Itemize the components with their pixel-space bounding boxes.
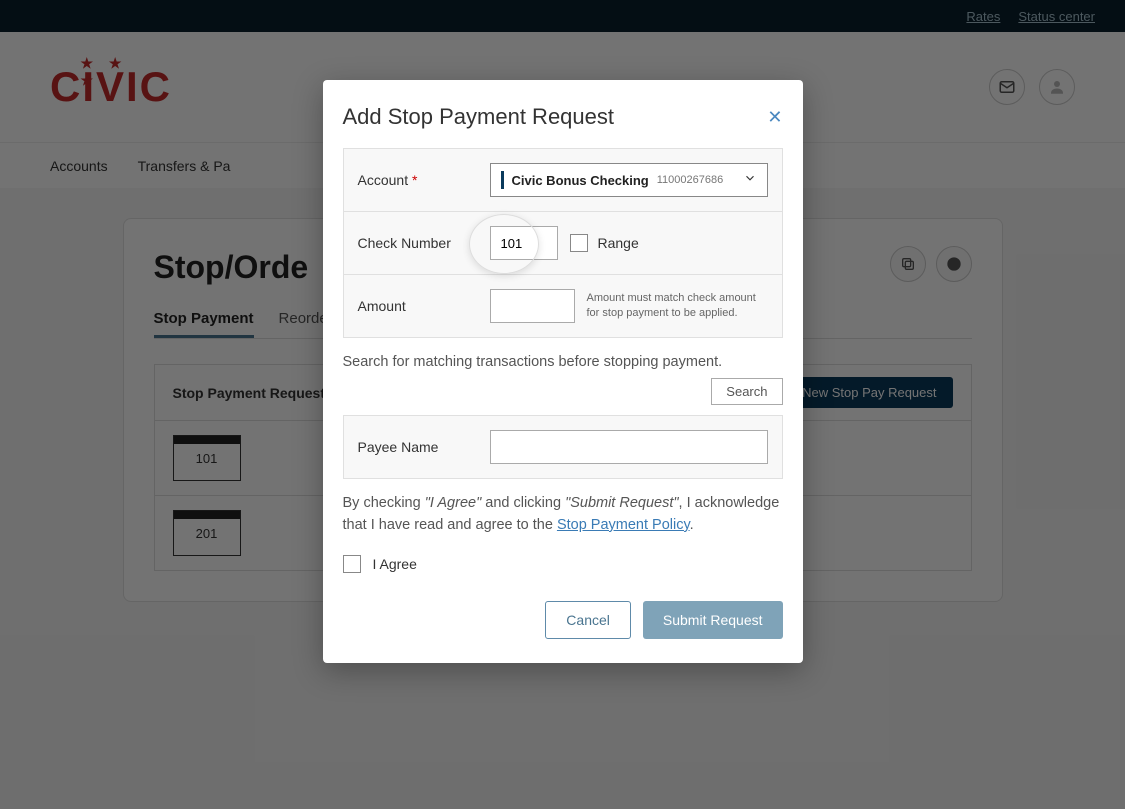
modal-title: Add Stop Payment Request [343, 104, 615, 130]
cancel-button[interactable]: Cancel [545, 601, 631, 639]
search-button[interactable]: Search [711, 378, 782, 405]
check-number-input[interactable] [490, 226, 558, 260]
stop-payment-modal: Add Stop Payment Request ✕ Account * Civ… [323, 80, 803, 663]
amount-hint: Amount must match check amount for stop … [587, 291, 768, 322]
form-section: Account * Civic Bonus Checking 110002676… [343, 148, 783, 338]
amount-input[interactable] [490, 289, 575, 323]
close-icon[interactable]: ✕ [767, 107, 782, 128]
chevron-down-icon [743, 171, 757, 190]
account-label: Account * [358, 172, 478, 188]
amount-label: Amount [358, 298, 478, 314]
agree-label: I Agree [373, 556, 417, 572]
range-checkbox[interactable] [570, 234, 588, 252]
check-number-label: Check Number [358, 235, 478, 251]
consent-text: By checking "I Agree" and clicking "Subm… [343, 493, 783, 537]
account-select[interactable]: Civic Bonus Checking 11000267686 [490, 163, 768, 197]
search-instruction: Search for matching transactions before … [343, 354, 783, 370]
stop-payment-policy-link[interactable]: Stop Payment Policy [557, 517, 690, 533]
agree-checkbox[interactable] [343, 555, 361, 573]
range-label: Range [598, 235, 639, 251]
account-number: 11000267686 [657, 174, 723, 186]
modal-overlay: Add Stop Payment Request ✕ Account * Civ… [0, 0, 1125, 809]
payee-input[interactable] [490, 430, 768, 464]
submit-button[interactable]: Submit Request [643, 601, 783, 639]
payee-label: Payee Name [358, 439, 478, 455]
account-name: Civic Bonus Checking [512, 173, 649, 188]
